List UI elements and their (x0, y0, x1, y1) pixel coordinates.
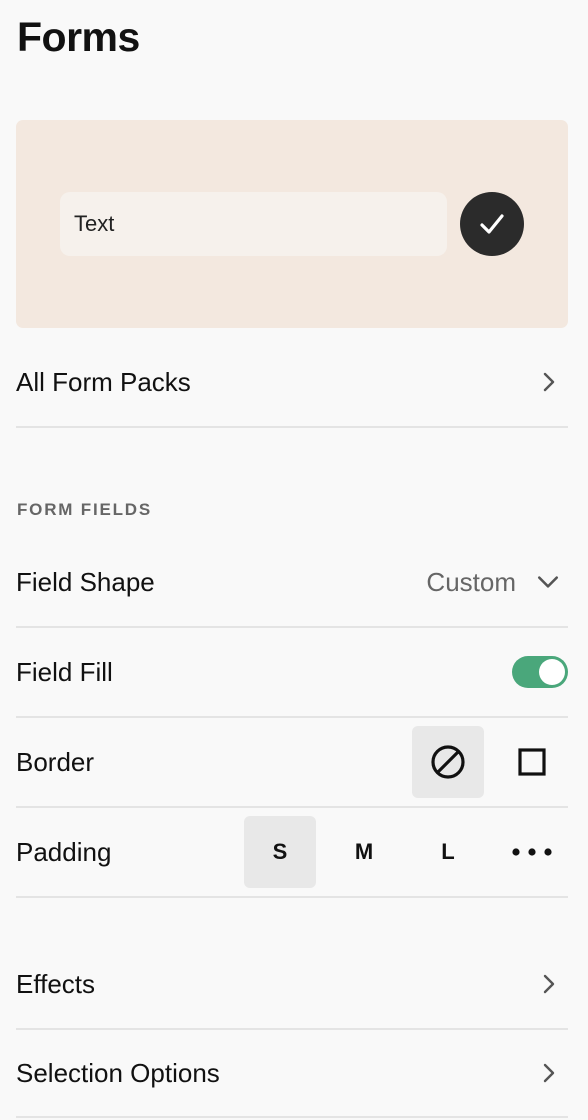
square-icon (518, 748, 546, 776)
preview-text-input: Text (60, 192, 447, 256)
chevron-right-icon (543, 1063, 555, 1083)
chevron-right-icon (543, 974, 555, 994)
effects-label: Effects (16, 968, 96, 999)
border-row: Border (16, 718, 568, 808)
border-square-button[interactable] (496, 726, 568, 798)
field-shape-label: Field Shape (16, 566, 155, 597)
border-label: Border (16, 746, 95, 777)
effects-row[interactable]: Effects (16, 940, 568, 1030)
more-icon (512, 848, 552, 856)
field-fill-label: Field Fill (16, 656, 113, 687)
padding-medium-button[interactable]: M (328, 816, 400, 888)
none-icon (431, 745, 465, 779)
page-title: Forms (17, 14, 140, 60)
form-preview: Text (16, 120, 568, 328)
padding-small-button[interactable]: S (244, 816, 316, 888)
selection-options-row[interactable]: Selection Options (16, 1030, 568, 1118)
field-shape-row[interactable]: Field Shape Custom (16, 538, 568, 628)
checkmark-icon (480, 214, 504, 234)
preview-submit-button (460, 192, 524, 256)
chevron-right-icon (543, 372, 555, 392)
field-shape-value: Custom (426, 566, 516, 597)
forms-panel: Forms Text All Form Packs FORM FIELDS Fi… (0, 0, 588, 1120)
padding-row: Padding S M L (16, 808, 568, 898)
section-label-form-fields: FORM FIELDS (17, 500, 153, 519)
padding-label: Padding (16, 836, 112, 867)
all-form-packs-label: All Form Packs (16, 366, 191, 397)
padding-more-button[interactable] (496, 816, 568, 888)
border-none-button[interactable] (412, 726, 484, 798)
toggle-knob (539, 659, 565, 685)
field-fill-row: Field Fill (16, 628, 568, 718)
all-form-packs-row[interactable]: All Form Packs (16, 338, 568, 428)
selection-options-label: Selection Options (16, 1057, 220, 1088)
field-fill-toggle[interactable] (512, 656, 568, 688)
padding-large-button[interactable]: L (412, 816, 484, 888)
chevron-down-icon (537, 576, 559, 588)
